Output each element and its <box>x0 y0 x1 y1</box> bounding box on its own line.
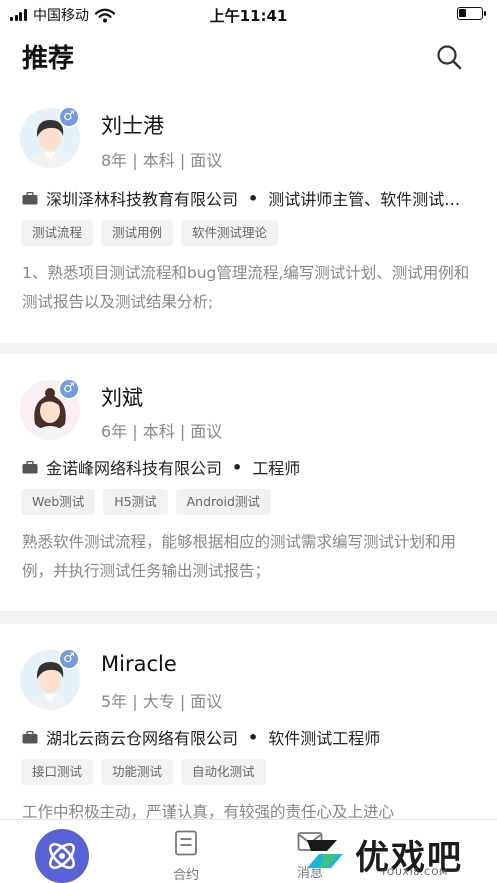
briefcase-icon <box>22 191 38 204</box>
discover-icon <box>48 842 76 870</box>
male-gender-icon: ♂ <box>58 648 80 670</box>
company-line: 湖北云商云仓网络有限公司 • 软件测试工程师 <box>22 725 467 749</box>
status-bar: 中国移动 上午11:41 <box>0 0 497 28</box>
search-icon[interactable] <box>435 43 463 71</box>
site-watermark: 优戏吧 YOUXI8.COM <box>293 818 491 883</box>
candidate-name: 刘斌 <box>101 386 143 410</box>
skill-tag: Web测试 <box>21 489 96 515</box>
watermark-logo-icon <box>307 840 343 868</box>
skill-tags: 测试流程 测试用例 软件测试理论 <box>21 220 286 246</box>
battery-icon <box>457 7 486 20</box>
separator-dot: • <box>248 188 259 208</box>
candidate-feed[interactable]: ♂ 刘士港 8年 | 本科 | 面议 深圳泽林科技教育有限公司 • 测试讲师主管… <box>0 86 497 819</box>
candidate-meta: 8年 | 本科 | 面议 <box>101 151 223 170</box>
skill-tag: 测试流程 <box>21 220 94 246</box>
candidate-description: 1、熟悉项目测试流程和bug管理流程,编写测试计划、测试用例和测试报告以及测试结… <box>22 264 470 311</box>
skill-tag: H5测试 <box>103 489 168 515</box>
skill-tag: 软件测试理论 <box>181 220 279 246</box>
tab-contract[interactable]: 合约 <box>156 830 216 883</box>
briefcase-icon <box>22 460 38 473</box>
skill-tag: 接口测试 <box>21 759 94 785</box>
candidate-description: 工作中积极主动，严谨认真，有较强的责任心及上进心 <box>22 803 395 819</box>
skill-tag: 测试用例 <box>101 220 174 246</box>
skill-tags: Web测试 H5测试 Android测试 <box>21 489 279 515</box>
skill-tag: 自动化测试 <box>181 759 266 785</box>
company-name: 深圳泽林科技教育有限公司 <box>46 190 239 209</box>
company-line: 深圳泽林科技教育有限公司 • 测试讲师主管、软件测试工程师 <box>22 186 467 210</box>
company-name: 金诺峰网络科技有限公司 <box>46 459 223 478</box>
candidate-card[interactable]: ♂ Miracle 5年 | 大专 | 面议 湖北云商云仓网络有限公司 • 软件… <box>0 624 497 819</box>
candidate-name: Miracle <box>101 652 177 676</box>
job-title: 软件测试工程师 <box>268 729 381 748</box>
briefcase-icon <box>22 730 38 743</box>
tab-label: 合约 <box>172 868 199 883</box>
candidate-card[interactable]: ♂ 刘士港 8年 | 本科 | 面议 深圳泽林科技教育有限公司 • 测试讲师主管… <box>0 86 497 343</box>
company-line: 金诺峰网络科技有限公司 • 工程师 <box>22 455 467 479</box>
candidate-meta: 6年 | 本科 | 面议 <box>101 422 223 441</box>
watermark-subtext: YOUXI8.COM <box>381 868 449 878</box>
page-title: 推荐 <box>22 44 75 74</box>
candidate-name: 刘士港 <box>101 114 164 138</box>
male-gender-icon: ♂ <box>58 378 80 400</box>
candidate-description: 熟悉软件测试流程，能够根据相应的测试需求编写测试计划和用例，并执行测试任务输出测… <box>22 533 457 580</box>
separator-dot: • <box>248 727 259 747</box>
separator-dot: • <box>232 457 243 477</box>
candidate-meta: 5年 | 大专 | 面议 <box>101 692 223 711</box>
company-name: 湖北云商云仓网络有限公司 <box>46 729 239 748</box>
app-header: 推荐 <box>0 28 497 86</box>
male-gender-icon: ♂ <box>58 106 80 128</box>
contract-icon <box>175 830 197 856</box>
job-title: 工程师 <box>252 459 301 478</box>
job-title: 测试讲师主管、软件测试工程师 <box>268 190 467 209</box>
skill-tag: Android测试 <box>175 489 271 515</box>
candidate-card[interactable]: ♂ 刘斌 6年 | 本科 | 面议 金诺峰网络科技有限公司 • 工程师 Web测… <box>0 354 497 611</box>
tab-discover[interactable] <box>35 829 89 883</box>
clock: 上午11:41 <box>209 7 288 25</box>
skill-tag: 功能测试 <box>101 759 174 785</box>
skill-tags: 接口测试 功能测试 自动化测试 <box>21 759 274 785</box>
